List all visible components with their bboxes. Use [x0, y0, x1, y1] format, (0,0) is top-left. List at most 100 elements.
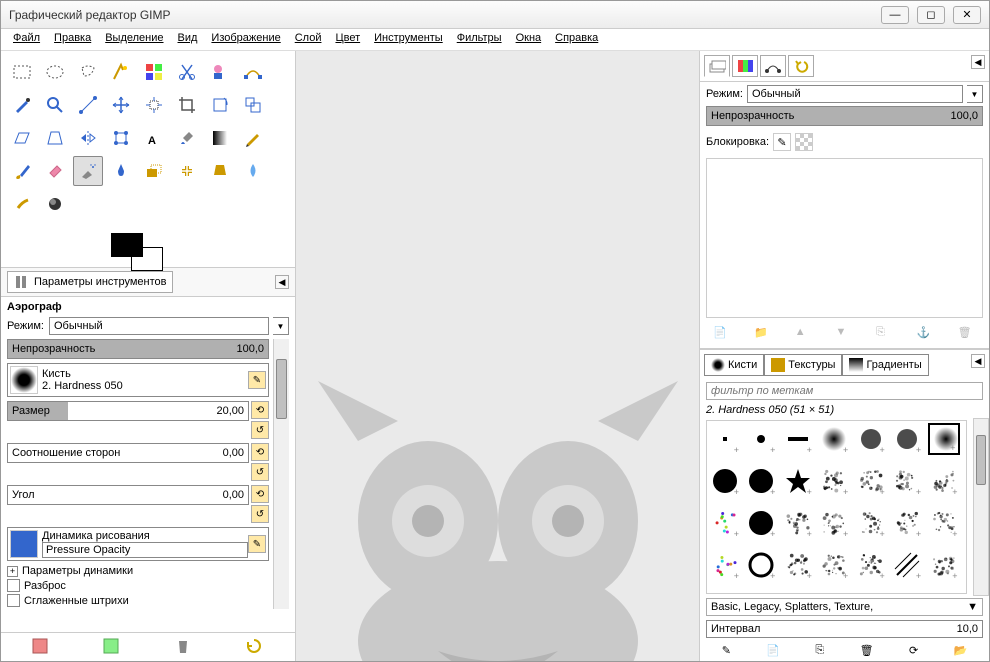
- brush-cell[interactable]: +: [818, 423, 850, 455]
- edit-brush-icon[interactable]: ✎: [722, 644, 731, 657]
- brush-cell[interactable]: +: [782, 549, 814, 581]
- layer-mode-arrow[interactable]: ▼: [967, 85, 983, 103]
- brush-cell[interactable]: +: [782, 507, 814, 539]
- size-link-icon[interactable]: ⟲: [251, 401, 269, 419]
- menu-filters[interactable]: Фильтры: [457, 32, 502, 47]
- tool-shear[interactable]: [7, 123, 37, 153]
- dynamics-edit-icon[interactable]: ✎: [248, 535, 266, 553]
- brush-cell[interactable]: +: [709, 465, 741, 497]
- menu-tools[interactable]: Инструменты: [374, 32, 443, 47]
- tool-scissors[interactable]: [172, 57, 202, 87]
- lock-pixels-icon[interactable]: ✎: [773, 133, 791, 151]
- open-brush-icon[interactable]: 📂: [954, 644, 968, 657]
- menu-select[interactable]: Выделение: [105, 32, 163, 47]
- dynamics-expander[interactable]: +Параметры динамики: [7, 565, 269, 577]
- brush-cell[interactable]: +: [818, 549, 850, 581]
- menu-color[interactable]: Цвет: [335, 32, 360, 47]
- aspect-link-icon[interactable]: ⟲: [251, 443, 269, 461]
- tool-clone[interactable]: [139, 156, 169, 186]
- layer-group-icon[interactable]: 📁: [754, 326, 772, 344]
- brush-cell[interactable]: +: [745, 549, 777, 581]
- tool-text[interactable]: A: [139, 123, 169, 153]
- tool-free-select[interactable]: [73, 57, 103, 87]
- menu-view[interactable]: Вид: [178, 32, 198, 47]
- tool-airbrush[interactable]: [73, 156, 103, 186]
- brush-cell[interactable]: +: [745, 507, 777, 539]
- tool-paths[interactable]: [238, 57, 268, 87]
- brush-cell[interactable]: +: [928, 507, 960, 539]
- tool-pencil[interactable]: [238, 123, 268, 153]
- layers-tab[interactable]: [704, 55, 730, 77]
- tool-eraser[interactable]: [40, 156, 70, 186]
- tool-perspective-clone[interactable]: [205, 156, 235, 186]
- angle-link-icon[interactable]: ⟲: [251, 485, 269, 503]
- restore-preset-icon[interactable]: [102, 637, 122, 657]
- layer-mode-select[interactable]: Обычный: [747, 85, 963, 103]
- menu-windows[interactable]: Окна: [516, 32, 542, 47]
- brush-cell[interactable]: +: [855, 549, 887, 581]
- tool-dodge-burn[interactable]: [40, 189, 70, 219]
- aspect-slider[interactable]: Соотношение сторон 0,00: [7, 443, 249, 463]
- new-brush-icon[interactable]: 📄: [766, 644, 780, 657]
- brush-categories[interactable]: Basic, Legacy, Splatters, Texture,▼: [706, 598, 983, 616]
- brush-cell[interactable]: +: [891, 465, 923, 497]
- menu-file[interactable]: Файл: [13, 32, 40, 47]
- smooth-checkbox[interactable]: Сглаженные штрихи: [7, 594, 269, 607]
- tool-blur[interactable]: [238, 156, 268, 186]
- tool-color-picker[interactable]: [7, 90, 37, 120]
- delete-brush-icon[interactable]: 🗑: [860, 644, 874, 657]
- tool-flip[interactable]: [73, 123, 103, 153]
- tool-bucket-fill[interactable]: [172, 123, 202, 153]
- brush-cell[interactable]: +: [928, 423, 960, 455]
- brush-filter-input[interactable]: [706, 382, 983, 400]
- tool-ink[interactable]: [106, 156, 136, 186]
- layer-opacity-slider[interactable]: Непрозрачность 100,0: [706, 106, 983, 126]
- layers-dock-arrow[interactable]: ◀: [971, 55, 985, 69]
- brush-grid[interactable]: ++++++++++++++++++++++++++++: [706, 420, 967, 594]
- brush-cell[interactable]: +: [709, 423, 741, 455]
- menu-image[interactable]: Изображение: [211, 32, 280, 47]
- color-swatch[interactable]: [111, 233, 159, 267]
- tool-rect-select[interactable]: [7, 57, 37, 87]
- paths-tab[interactable]: [760, 55, 786, 77]
- mode-select-arrow[interactable]: ▼: [273, 317, 289, 335]
- brush-cell[interactable]: +: [891, 423, 923, 455]
- options-scrollbar[interactable]: [273, 339, 289, 609]
- tool-options-tab[interactable]: Параметры инструментов: [7, 271, 173, 293]
- mode-select[interactable]: Обычный: [49, 317, 269, 335]
- channels-tab[interactable]: [732, 55, 758, 77]
- tool-rotate[interactable]: [205, 90, 235, 120]
- tool-paintbrush[interactable]: [7, 156, 37, 186]
- tool-foreground-select[interactable]: [205, 57, 235, 87]
- delete-preset-icon[interactable]: [174, 637, 194, 657]
- duplicate-layer-icon[interactable]: ⎘: [876, 326, 894, 344]
- close-button[interactable]: ✕: [953, 6, 981, 24]
- tool-scale[interactable]: [238, 90, 268, 120]
- layer-down-icon[interactable]: ▼: [835, 326, 853, 344]
- reset-preset-icon[interactable]: [245, 637, 265, 657]
- refresh-brush-icon[interactable]: ⟳: [909, 644, 918, 657]
- brush-edit-icon[interactable]: ✎: [248, 371, 266, 389]
- tool-perspective[interactable]: [40, 123, 70, 153]
- tool-zoom[interactable]: [40, 90, 70, 120]
- tool-fuzzy-select[interactable]: [106, 57, 136, 87]
- tool-heal[interactable]: [172, 156, 202, 186]
- opacity-slider[interactable]: Непрозрачность 100,0: [7, 339, 269, 359]
- layers-list[interactable]: [706, 158, 983, 318]
- save-preset-icon[interactable]: [31, 637, 51, 657]
- size-slider[interactable]: Размер 20,00: [7, 401, 249, 421]
- brush-cell[interactable]: +: [782, 423, 814, 455]
- minimize-button[interactable]: —: [881, 6, 909, 24]
- brush-cell[interactable]: +: [891, 507, 923, 539]
- brush-cell[interactable]: +: [782, 465, 814, 497]
- new-layer-icon[interactable]: 📄: [713, 326, 731, 344]
- tool-smudge[interactable]: [7, 189, 37, 219]
- tool-ellipse-select[interactable]: [40, 57, 70, 87]
- tool-crop[interactable]: [172, 90, 202, 120]
- maximize-button[interactable]: ◻: [917, 6, 945, 24]
- angle-slider[interactable]: Угол 0,00: [7, 485, 249, 505]
- fg-color[interactable]: [111, 233, 143, 257]
- brush-cell[interactable]: +: [709, 549, 741, 581]
- tool-move[interactable]: [106, 90, 136, 120]
- tool-measure[interactable]: [73, 90, 103, 120]
